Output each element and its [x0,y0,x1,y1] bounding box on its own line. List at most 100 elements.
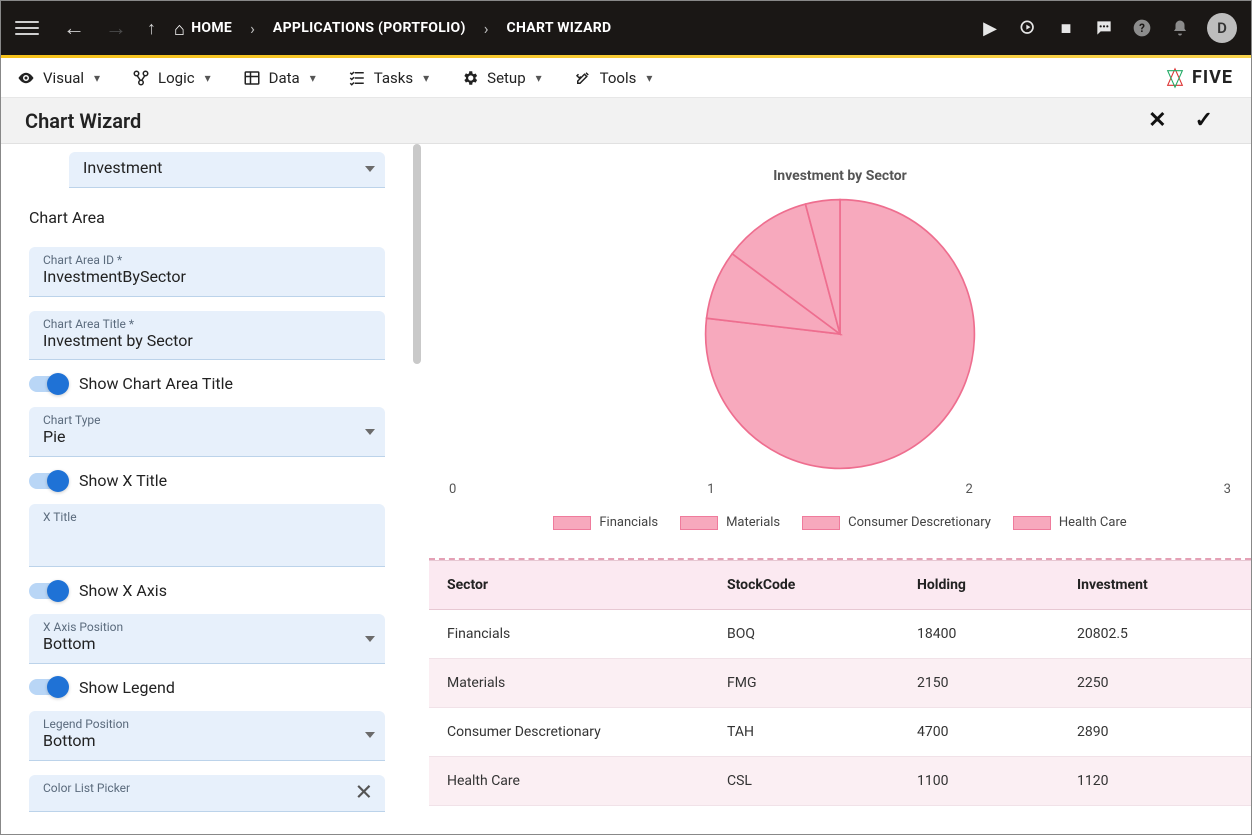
toggle-switch-icon [29,473,67,489]
field-label: X Axis Position [43,620,373,634]
legend-swatch-icon [680,516,718,530]
field-value: Investment [83,158,373,179]
confirm-button[interactable]: ✓ [1181,108,1227,133]
logo-icon [1164,67,1186,89]
legend-label: Consumer Descretionary [848,515,991,530]
chevron-right-icon: › [240,19,265,38]
x-axis-position-select[interactable]: X Axis Position Bottom [29,614,385,664]
toolbar-label: Visual [43,69,84,87]
logo-text: FIVE [1192,67,1233,88]
x-axis-ticks: 0 1 2 3 [429,482,1251,497]
dataset-select[interactable]: Investment [69,152,385,188]
table-cell: Health Care [429,757,709,805]
toolbar-label: Setup [487,69,525,87]
show-chart-area-title-toggle[interactable]: Show Chart Area Title [29,374,385,393]
toggle-switch-icon [29,583,67,599]
toolbar: Visual▾ Logic▾ Data▾ Tasks▾ Setup▾ Tools… [1,58,1251,98]
table-row[interactable]: Health CareCSL11001120 [429,757,1251,806]
table-cell: 1120 [1059,757,1251,805]
nav-forward-icon: → [95,15,137,41]
show-legend-toggle[interactable]: Show Legend [29,678,385,697]
help-icon[interactable]: ? [1131,17,1153,39]
chat-icon[interactable] [1093,17,1115,39]
breadcrumb-label: APPLICATIONS (PORTFOLIO) [273,20,466,36]
menu-icon[interactable] [15,16,39,40]
table-row[interactable]: Consumer DescretionaryTAH47002890 [429,708,1251,757]
column-header[interactable]: Sector [429,561,709,609]
axis-tick: 3 [1224,482,1231,497]
bell-icon[interactable] [1169,17,1191,39]
column-header[interactable]: StockCode [709,561,899,609]
show-x-axis-toggle[interactable]: Show X Axis [29,581,385,600]
legend-item: Materials [680,515,780,530]
table-cell: 20802.5 [1059,610,1251,658]
table-header: Sector StockCode Holding Investment [429,560,1251,610]
field-value: Pie [43,427,373,448]
preview-icon[interactable] [1017,17,1039,39]
toggle-switch-icon [29,679,67,695]
breadcrumb-label: HOME [191,20,232,36]
show-x-title-toggle[interactable]: Show X Title [29,471,385,490]
chart-legend: Financials Materials Consumer Descretion… [553,515,1126,530]
clear-icon[interactable]: ✕ [355,780,373,805]
chart-area-title-field[interactable]: Chart Area Title * Investment by Sector [29,311,385,361]
field-value: InvestmentBySector [43,267,373,288]
legend-label: Financials [599,515,658,530]
eye-icon [17,69,35,87]
scrollbar[interactable] [413,144,421,834]
legend-swatch-icon [802,516,840,530]
legend-item: Consumer Descretionary [802,515,991,530]
breadcrumb-chart-wizard[interactable]: CHART WIZARD [499,20,620,36]
table-cell: Financials [429,610,709,658]
toolbar-data[interactable]: Data▾ [243,69,316,87]
brand-logo: FIVE [1164,67,1233,89]
toggle-label: Show X Axis [79,581,167,600]
close-button[interactable]: ✕ [1134,108,1180,133]
page-header: Chart Wizard ✕ ✓ [1,98,1251,144]
page-title: Chart Wizard [25,109,141,133]
toolbar-visual[interactable]: Visual▾ [17,69,100,87]
chart-title: Investment by Sector [773,168,907,184]
x-title-field[interactable]: X Title [29,504,385,567]
stop-icon[interactable]: ■ [1055,17,1077,39]
color-list-picker-field[interactable]: Color List Picker ✕ [29,775,385,812]
toolbar-logic[interactable]: Logic▾ [132,69,211,87]
legend-swatch-icon [1013,516,1051,530]
chevron-down-icon [365,166,375,172]
toolbar-tasks[interactable]: Tasks▾ [348,69,429,87]
section-chart-area: Chart Area [29,202,385,233]
gear-icon [461,69,479,87]
legend-item: Health Care [1013,515,1127,530]
form-panel: Investment Chart Area Chart Area ID * In… [1,144,413,834]
table-row[interactable]: FinancialsBOQ1840020802.5 [429,610,1251,659]
toolbar-setup[interactable]: Setup▾ [461,69,542,87]
home-icon: ⌂ [174,19,185,40]
axis-tick: 2 [965,482,972,497]
table-row[interactable]: MaterialsFMG21502250 [429,659,1251,708]
table-cell: 2250 [1059,659,1251,707]
column-header[interactable]: Holding [899,561,1059,609]
play-icon[interactable]: ▶ [979,17,1001,39]
breadcrumb-home[interactable]: ⌂ HOME [166,18,240,39]
svg-text:?: ? [1139,21,1145,35]
table-cell: 2890 [1059,708,1251,756]
tools-icon [574,69,592,87]
field-label: X Title [43,510,373,524]
legend-item: Financials [553,515,658,530]
table-cell: CSL [709,757,899,805]
chart-area-id-field[interactable]: Chart Area ID * InvestmentBySector [29,247,385,297]
column-header[interactable]: Investment [1059,561,1251,609]
chart-type-select[interactable]: Chart Type Pie [29,407,385,457]
nav-back-icon[interactable]: ← [53,15,95,41]
table-cell: BOQ [709,610,899,658]
breadcrumb-applications[interactable]: APPLICATIONS (PORTFOLIO) [265,20,474,36]
top-nav: ← → ↑ ⌂ HOME › APPLICATIONS (PORTFOLIO) … [1,1,1251,55]
avatar[interactable]: D [1207,13,1237,43]
nav-up-icon[interactable]: ↑ [137,18,166,39]
legend-position-select[interactable]: Legend Position Bottom [29,711,385,761]
table-cell: FMG [709,659,899,707]
table-cell: Materials [429,659,709,707]
chevron-down-icon: ▾ [646,71,652,85]
toolbar-tools[interactable]: Tools▾ [574,69,653,87]
toolbar-label: Tasks [374,69,413,87]
